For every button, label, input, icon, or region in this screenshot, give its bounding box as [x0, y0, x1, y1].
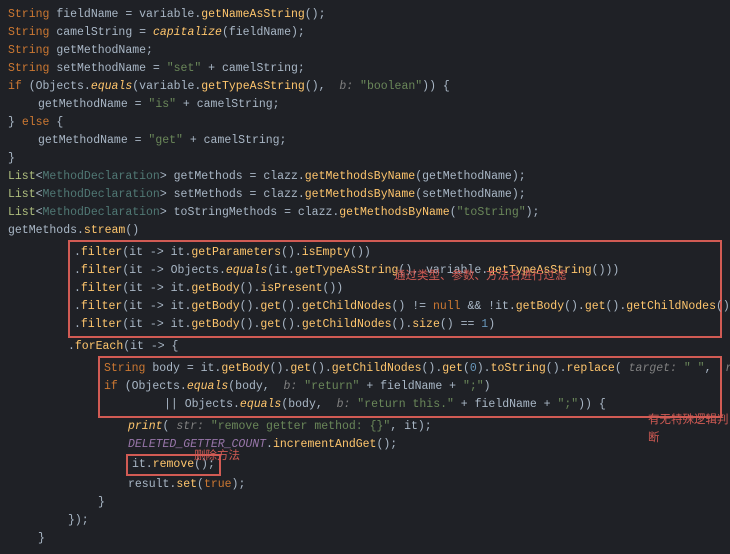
- code-line: String camelString = capitalize(fieldNam…: [8, 24, 722, 42]
- code-line: getMethods.stream(): [8, 222, 722, 240]
- code-line: List<MethodDeclaration> setMethods = cla…: [8, 186, 722, 204]
- code-line: }: [8, 150, 722, 168]
- code-line: .filter(it -> it.getBody().get().getChil…: [74, 316, 716, 334]
- code-editor[interactable]: String fieldName = variable.getNameAsStr…: [8, 6, 722, 548]
- code-line: DELETED_GETTER_COUNT.incrementAndGet();: [8, 436, 722, 454]
- code-line: });: [8, 512, 722, 530]
- highlight-box-filters: .filter(it -> it.getParameters().isEmpty…: [68, 240, 722, 338]
- code-line: getMethodName = "is" + camelString;: [8, 96, 722, 114]
- code-line: print( str: "remove getter method: {}", …: [8, 418, 722, 436]
- code-line: }: [8, 530, 722, 548]
- code-line: if (Objects.equals(body, b: "return" + f…: [104, 378, 716, 396]
- code-line: String getMethodName;: [8, 42, 722, 60]
- code-line: || Objects.equals(body, b: "return this.…: [104, 396, 716, 414]
- code-line: List<MethodDeclaration> toStringMethods …: [8, 204, 722, 222]
- annotation-filter: 通过类型、参数、方法名进行过滤: [394, 268, 567, 286]
- code-line: } else {: [8, 114, 722, 132]
- code-line: List<MethodDeclaration> getMethods = cla…: [8, 168, 722, 186]
- code-line: .filter(it -> it.getParameters().isEmpty…: [74, 244, 716, 262]
- code-line: it.remove();: [8, 454, 722, 476]
- code-line: String setMethodName = "set" + camelStri…: [8, 60, 722, 78]
- code-line: String fieldName = variable.getNameAsStr…: [8, 6, 722, 24]
- code-line: getMethodName = "get" + camelString;: [8, 132, 722, 150]
- code-line: result.set(true);: [8, 476, 722, 494]
- code-line: }: [8, 494, 722, 512]
- code-line: .forEach(it -> {: [8, 338, 722, 356]
- code-line: .filter(it -> it.getBody().get().getChil…: [74, 298, 716, 316]
- annotation-logic: 有无特殊逻辑判断: [648, 412, 730, 448]
- code-line: String body = it.getBody().get().getChil…: [104, 360, 716, 378]
- annotation-delete: 删除方法: [194, 448, 240, 466]
- highlight-box-body: String body = it.getBody().get().getChil…: [98, 356, 722, 418]
- code-line: if (Objects.equals(variable.getTypeAsStr…: [8, 78, 722, 96]
